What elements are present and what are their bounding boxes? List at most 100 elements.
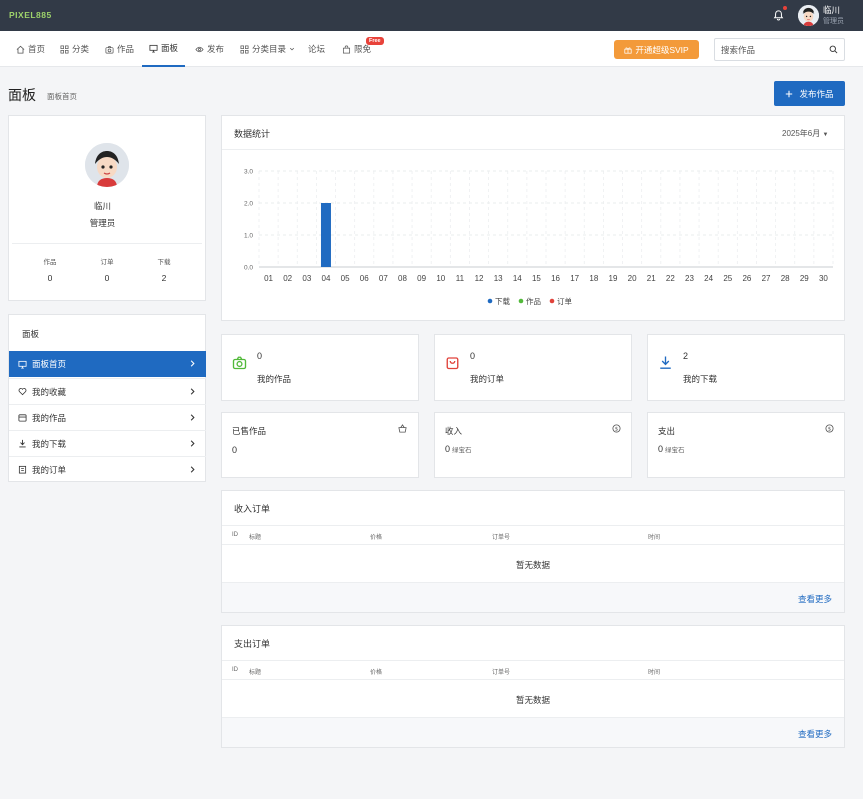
card-label: 收入: [445, 426, 463, 436]
nav-item-forum[interactable]: 论坛: [308, 31, 325, 67]
y-tick-label: 0.0: [244, 265, 253, 272]
col-time: 时间: [648, 670, 661, 676]
menu-item-my-downloads[interactable]: 我的下载: [9, 430, 206, 456]
nav-label: 分类目录: [252, 44, 287, 54]
table-header: ID 标题 价格 订单号 时间: [222, 660, 844, 680]
menu-label: 我的订单: [32, 464, 67, 475]
col-time: 时间: [648, 535, 661, 541]
nav-label: 论坛: [308, 44, 326, 54]
summary-card-orders[interactable]: 0 我的订单: [434, 334, 632, 401]
svip-button[interactable]: 开通超级SVIP: [614, 40, 699, 59]
nav-item-category-dir[interactable]: 分类目录: [240, 31, 295, 67]
search-input[interactable]: [721, 43, 821, 57]
x-tick-label: 08: [398, 274, 407, 283]
card-label: 已售作品: [232, 426, 267, 436]
profile-role: 管理员: [89, 218, 116, 228]
card-label: 我的下载: [683, 374, 718, 384]
publish-label: 发布作品: [799, 88, 834, 99]
card-value: 0: [257, 351, 263, 361]
camera-icon: [232, 356, 247, 370]
main-nav: 首页 分类 作品 面板 发布 分类目录 论坛 限免 Free 开通超级SVIP: [0, 31, 863, 67]
nav-label: 作品: [117, 44, 135, 54]
gift-icon: [624, 46, 632, 54]
x-tick-label: 21: [647, 274, 656, 283]
stat-label: 订单: [100, 259, 114, 266]
x-tick-label: 25: [723, 274, 732, 283]
nav-label: 面板: [161, 43, 179, 53]
x-tick-label: 29: [800, 274, 809, 283]
chevron-right-icon: [190, 466, 195, 473]
box-icon: [18, 414, 27, 422]
card-value: 0: [658, 444, 664, 454]
card-label: 我的订单: [470, 374, 505, 384]
x-tick-label: 01: [264, 274, 273, 283]
menu-label: 面板首页: [32, 359, 67, 369]
expense-orders-title: 支出订单: [234, 639, 271, 649]
nav-item-dashboard[interactable]: 面板: [142, 31, 186, 67]
nav-item-works[interactable]: 作品: [105, 31, 134, 67]
publish-button[interactable]: 发布作品: [774, 81, 845, 106]
menu-item-favorites[interactable]: 我的收藏: [9, 378, 206, 404]
x-tick-label: 24: [704, 274, 713, 283]
card-value: 0: [232, 445, 238, 455]
summary-card-downloads[interactable]: 2 我的下载: [647, 334, 845, 401]
chevron-right-icon: [190, 414, 195, 421]
col-price: 价格: [370, 670, 383, 676]
x-tick-label: 14: [513, 274, 522, 283]
stat-label: 作品: [43, 259, 57, 266]
legend-marker: [487, 298, 493, 304]
y-tick-label: 1.0: [244, 233, 253, 240]
download-icon: [19, 439, 26, 448]
basket-icon: [398, 424, 407, 433]
card-label: 支出: [658, 426, 676, 436]
menu-item-my-orders[interactable]: 我的订单: [9, 456, 206, 482]
heart-icon: [18, 388, 27, 396]
grid-icon: [60, 45, 69, 53]
col-order-no: 订单号: [492, 670, 511, 676]
card-label: 我的作品: [257, 374, 292, 384]
chevron-right-icon: [190, 360, 195, 367]
download-icon: [660, 356, 671, 369]
bar-下载: [320, 203, 331, 267]
summary-card-works[interactable]: 0 我的作品: [221, 334, 419, 401]
avatar[interactable]: [798, 5, 819, 26]
profile-stat-works: 作品 0: [20, 256, 80, 283]
nav-item-home[interactable]: 首页: [16, 31, 45, 67]
caret-down-icon: ▼: [822, 132, 829, 138]
empty-state: 暂无数据: [515, 695, 550, 705]
money-card-expense: 支出 $ 0 绿宝石: [647, 412, 845, 478]
month-select[interactable]: 2025年6月 ▼: [782, 128, 828, 139]
breadcrumb: 面板首页: [47, 92, 77, 101]
x-tick-label: 06: [360, 274, 369, 283]
col-price: 价格: [370, 535, 383, 541]
view-more-link[interactable]: 查看更多: [798, 728, 832, 740]
empty-state: 暂无数据: [515, 560, 550, 570]
x-tick-label: 07: [379, 274, 388, 283]
svg-text:$: $: [828, 426, 831, 432]
menu-item-my-works[interactable]: 我的作品: [9, 404, 206, 430]
profile-stat-orders: 订单 0: [77, 256, 137, 283]
bag-icon: [446, 357, 459, 370]
view-more-link[interactable]: 查看更多: [798, 593, 832, 605]
menu-item-dashboard-home[interactable]: 面板首页: [9, 351, 206, 377]
menu-label: 我的下载: [32, 438, 67, 449]
x-tick-label: 04: [322, 274, 331, 283]
home-icon: [16, 45, 25, 54]
legend-label: 订单: [557, 296, 572, 306]
x-tick-label: 10: [436, 274, 445, 283]
bag-icon: [342, 45, 351, 53]
x-tick-label: 12: [475, 274, 484, 283]
nav-item-category[interactable]: 分类: [60, 31, 89, 67]
x-tick-label: 26: [742, 274, 751, 283]
col-id: ID: [232, 667, 238, 673]
bell-icon[interactable]: [773, 9, 784, 21]
monitor-icon: [18, 360, 27, 369]
user-name: 临川: [823, 5, 841, 15]
x-tick-label: 02: [283, 274, 292, 283]
search-icon[interactable]: [829, 45, 838, 54]
nav-item-publish[interactable]: 发布: [195, 31, 224, 67]
x-tick-label: 09: [417, 274, 426, 283]
x-tick-label: 13: [494, 274, 503, 283]
site-logo[interactable]: PIXEL885: [9, 10, 52, 20]
x-tick-label: 17: [570, 274, 579, 283]
